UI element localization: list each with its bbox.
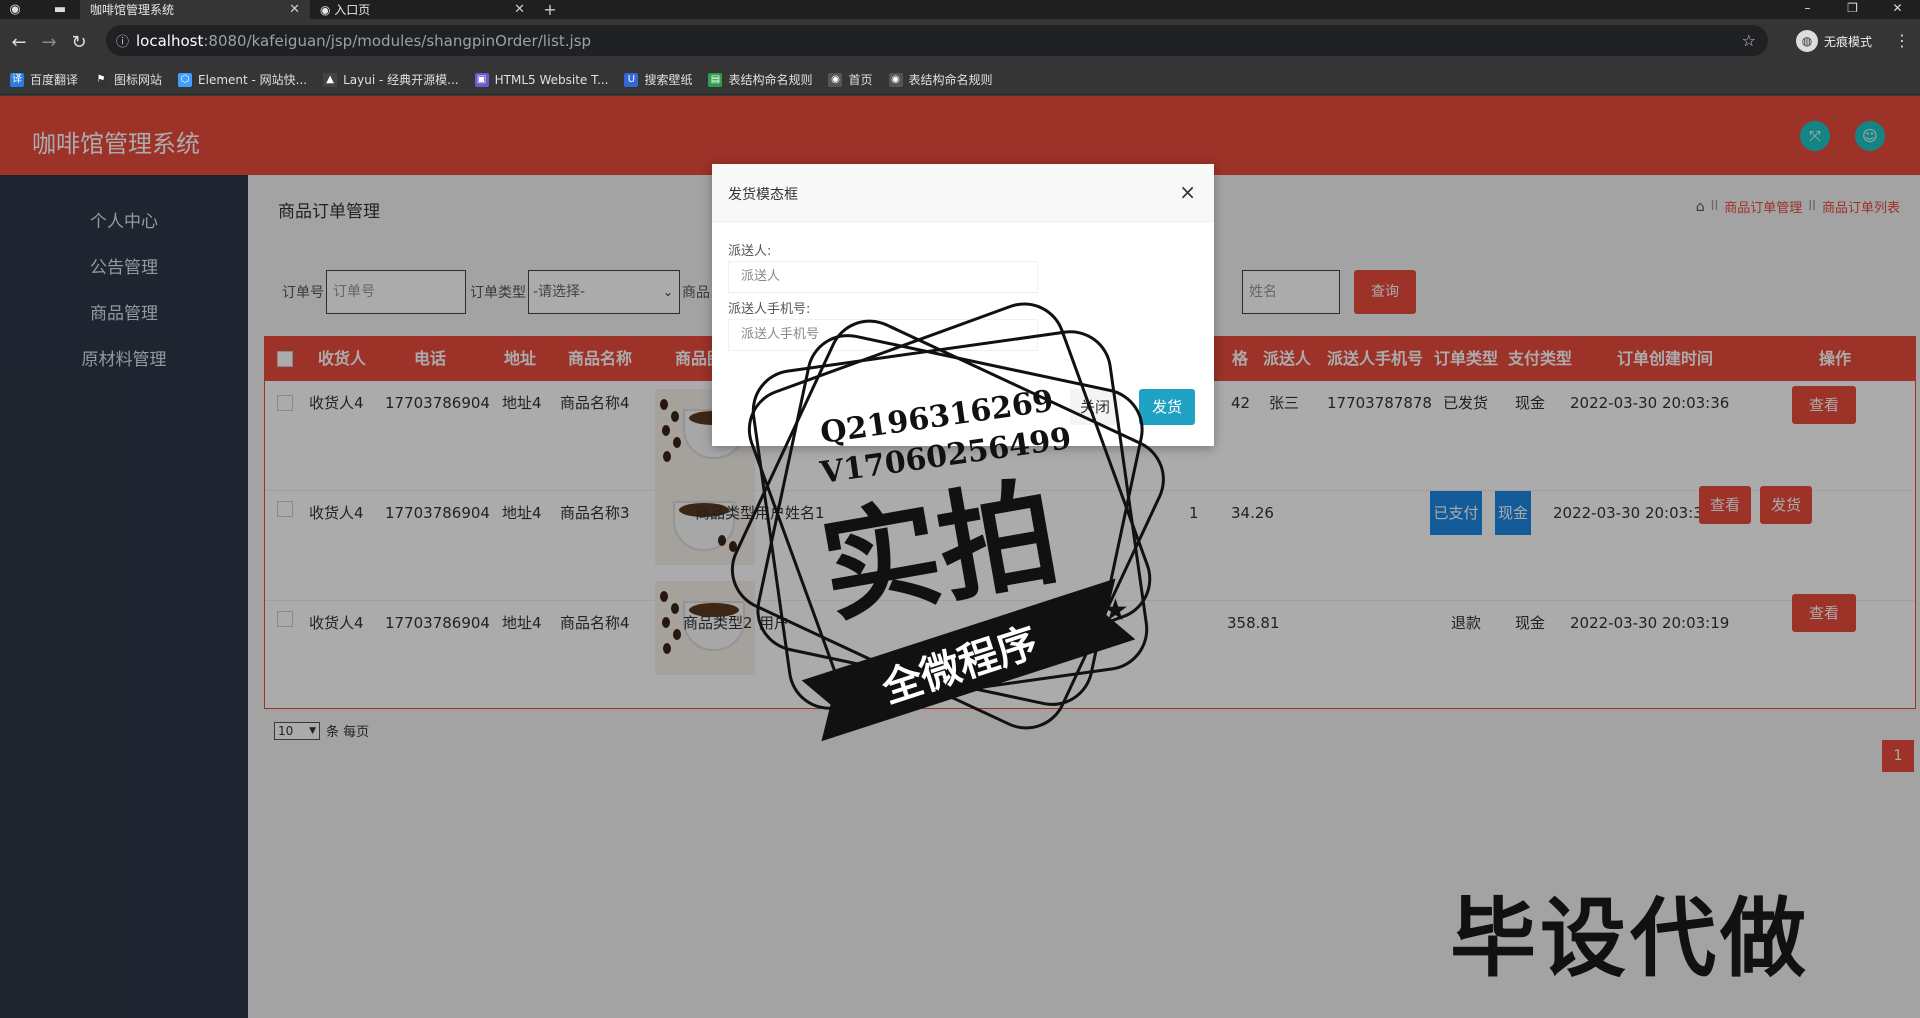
url-field[interactable]: ⓘ localhost:8080/kafeiguan/jsp/modules/s… (106, 25, 1768, 56)
tab-title: 咖啡馆管理系统 (90, 3, 175, 17)
reload-icon[interactable]: ↻ (64, 32, 94, 53)
modal-header: 发货模态框 × (712, 164, 1214, 222)
new-tab-icon[interactable]: + (535, 0, 565, 19)
close-tab-icon[interactable]: ✕ (289, 2, 300, 17)
bookmark-item[interactable]: ▣ HTML5 Website T... (474, 72, 608, 87)
browser-tab-strip: ◉ ▬ 咖啡馆管理系统 ✕ ◉ 入口页 ✕ + – ❐ ✕ (0, 0, 1920, 19)
courier-input[interactable]: 派送人 (728, 261, 1038, 293)
incognito-icon: ◍ (1796, 30, 1818, 52)
bookmark-item[interactable]: ⬡ Element - 网站快... (178, 71, 307, 88)
tab-title: ◉ 入口页 (320, 3, 371, 17)
restore-icon[interactable]: ❐ (1830, 0, 1875, 19)
browser-tab-active[interactable]: 咖啡馆管理系统 ✕ (80, 0, 310, 19)
bookmark-item[interactable]: ▲ Layui - 经典开源模... (323, 71, 459, 88)
url-host: localhost (136, 31, 204, 50)
bookmark-item[interactable]: 译百度翻译 (10, 71, 78, 88)
browser-tab[interactable]: ◉ 入口页 ✕ (310, 0, 535, 19)
url-path: :8080/kafeiguan/jsp/modules/shangpinOrde… (203, 31, 592, 50)
bookmark-item[interactable]: ▤ 表结构命名规则 (708, 71, 812, 88)
bookmark-item[interactable]: ◉ 表结构命名规则 (888, 71, 993, 88)
courier-label: 派送人: (728, 244, 772, 259)
watermark-corner-text: 毕设代做 (1450, 889, 1810, 989)
back-icon[interactable]: ← (4, 32, 34, 53)
minimize-icon[interactable]: – (1785, 0, 1830, 19)
incognito-label: 无痕模式 (1824, 34, 1873, 49)
incognito-indicator[interactable]: ◍ 无痕模式 (1796, 27, 1872, 55)
bookmarks-bar: 译百度翻译 ⚑ 图标网站 ⬡ Element - 网站快... ▲ Layui - 经… (0, 65, 1920, 95)
browser-menu-icon[interactable]: ◉ (0, 0, 30, 19)
close-tab-icon[interactable]: ✕ (514, 2, 525, 17)
modal-title: 发货模态框 (728, 187, 798, 203)
browser-menu-dots-icon[interactable]: ⋮ (1894, 31, 1910, 50)
forward-icon[interactable]: → (34, 32, 64, 53)
address-bar-row: ← → ↻ ⓘ localhost:8080/kafeiguan/jsp/mod… (0, 19, 1920, 65)
window-controls: – ❐ ✕ (1785, 0, 1920, 19)
close-icon[interactable]: × (1179, 180, 1196, 204)
site-info-icon[interactable]: ⓘ (116, 31, 136, 50)
bookmark-item[interactable]: U 搜索壁纸 (624, 71, 692, 88)
window-close-icon[interactable]: ✕ (1875, 0, 1920, 19)
watermark-stamp: Q2196316269 V17060256499 实拍 全微程序 ★ ★ (730, 302, 1165, 742)
tab-search-icon[interactable]: ▬ (45, 0, 75, 19)
bookmark-item[interactable]: ⚑ 图标网站 (94, 71, 162, 88)
bookmark-item[interactable]: ◉ 首页 (828, 71, 873, 88)
bookmark-star-icon[interactable]: ☆ (1742, 31, 1756, 50)
svg-text:★: ★ (826, 683, 853, 718)
svg-text:★: ★ (1102, 593, 1129, 628)
